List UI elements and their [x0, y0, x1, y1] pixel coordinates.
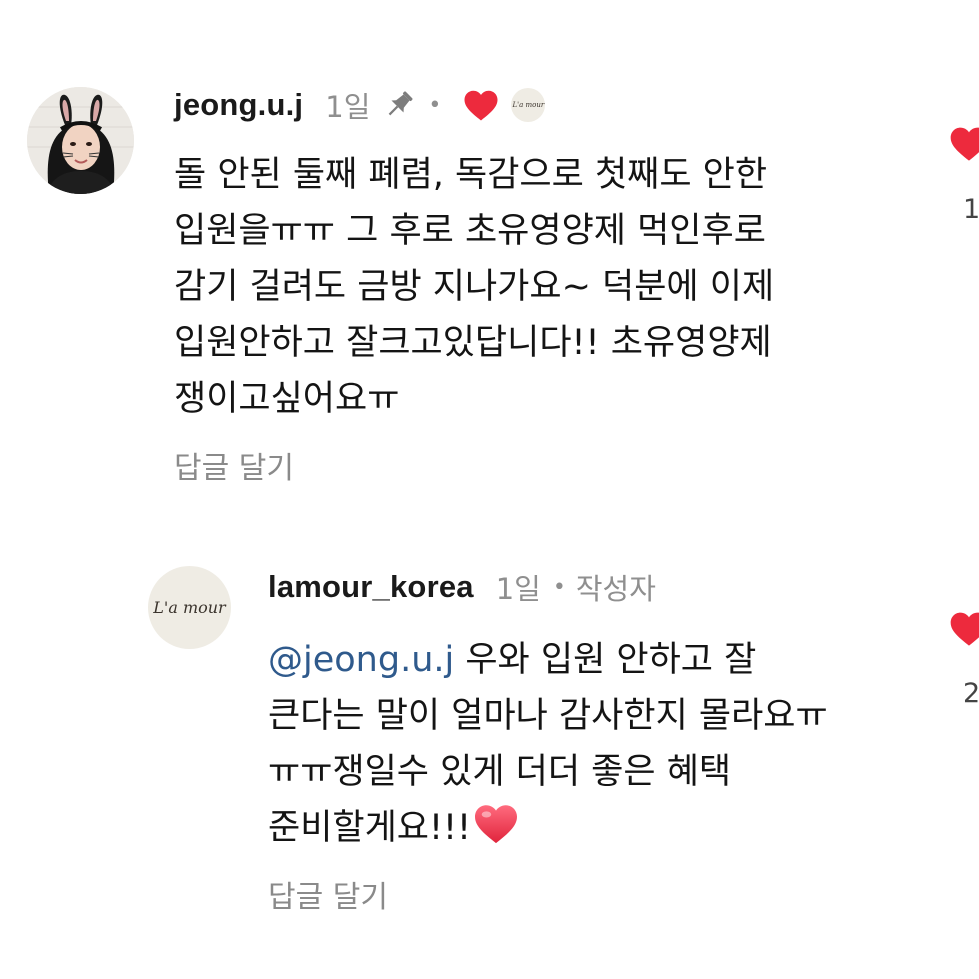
pin-icon [382, 88, 416, 122]
reply-line: 큰다는 말이 얼마나 감사한지 몰라요ㅠ [268, 696, 828, 736]
comment-line: 감기 걸려도 금방 지나가요~ 덕분에 이제 [174, 267, 775, 307]
reply-button[interactable]: 답글 달기 [268, 872, 388, 916]
comment-header: jeong.u.j 1일 • L'a mour [174, 84, 546, 126]
profile-photo [27, 87, 134, 194]
like-button[interactable] [949, 124, 979, 168]
heart-icon [950, 612, 979, 646]
creator-mini-logo: L'a mour [512, 101, 545, 109]
brand-logo: L'a mour [153, 598, 226, 617]
author-badge: 작성자 [575, 572, 656, 606]
creator-liked-heart-icon [463, 89, 499, 122]
reply-time: 1일 [495, 572, 541, 606]
comment-time: 1일 [325, 90, 371, 124]
comment-line: 입원을ㅠㅠ 그 후로 초유영양제 먹인후로 [174, 211, 766, 251]
comment-line: 돌 안된 둘째 폐렴, 독감으로 첫째도 안한 [174, 155, 768, 195]
meta-separator: • [428, 92, 442, 118]
like-button[interactable] [949, 609, 979, 653]
user-avatar[interactable] [27, 87, 134, 194]
reply-line: 준비할게요!!! [268, 800, 828, 862]
creator-mini-avatar: L'a mour [511, 88, 546, 122]
comment-line: 입원안하고 잘크고있답니다!! 초유영양제 [174, 323, 772, 363]
comment-line: 쟁이고싶어요ㅠ [174, 379, 400, 419]
heart-icon [950, 127, 979, 161]
heart-emoji-icon [473, 803, 519, 862]
reply-line: @jeong.u.j 우와 입원 안하고 잘 [268, 632, 828, 688]
reply-text: @jeong.u.j 우와 입원 안하고 잘 큰다는 말이 얼마나 감사한지 몰… [268, 632, 828, 862]
mention-link[interactable]: @jeong.u.j [268, 640, 454, 680]
reply-username[interactable]: lamour_korea [268, 569, 474, 605]
like-count: 2 [963, 678, 979, 709]
reply-header: lamour_korea 1일 • 작성자 [268, 566, 656, 608]
reply-line-text: 우와 입원 안하고 잘 [454, 640, 757, 680]
reply-button[interactable]: 답글 달기 [174, 443, 294, 487]
meta-separator: • [552, 574, 566, 600]
brand-avatar[interactable]: L'a mour [148, 566, 231, 649]
comment-username[interactable]: jeong.u.j [174, 87, 303, 123]
comment-text: 돌 안된 둘째 폐렴, 독감으로 첫째도 안한 입원을ㅠㅠ 그 후로 초유영양제… [174, 147, 774, 427]
reply-line: ㅠㅠ쟁일수 있게 더더 좋은 혜택 [268, 752, 732, 792]
like-count: 1 [963, 194, 979, 225]
reply-line-text: 준비할게요!!! [268, 808, 472, 848]
